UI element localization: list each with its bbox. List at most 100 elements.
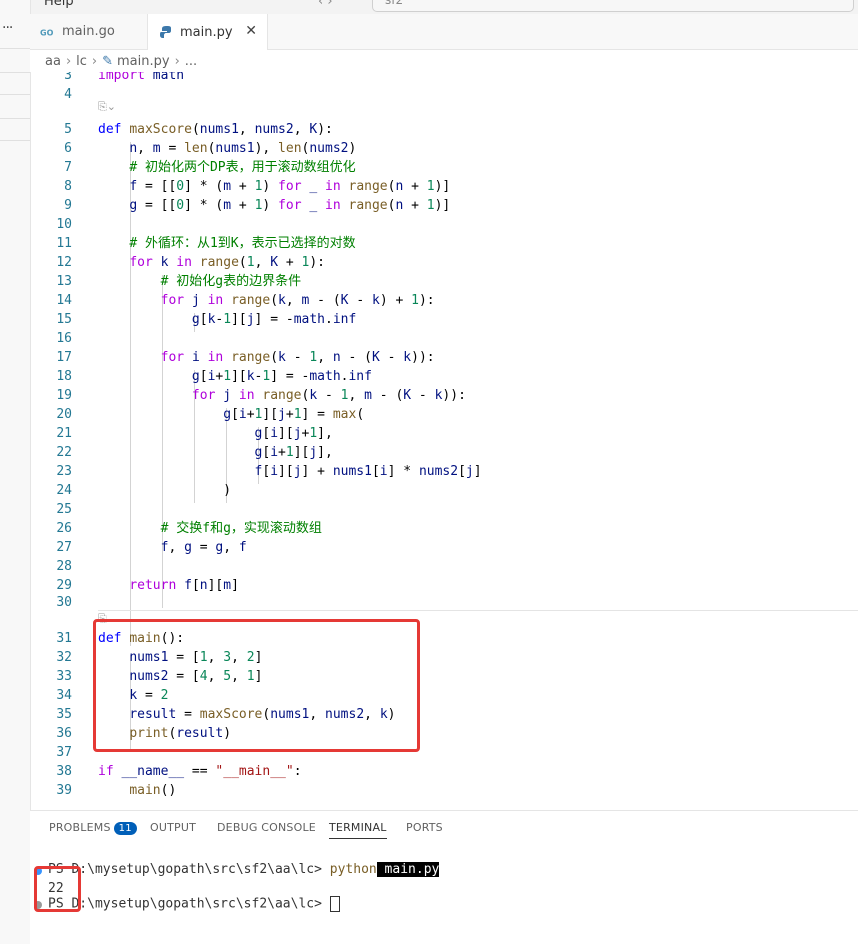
breadcrumb-item-lc[interactable]: lc (76, 54, 87, 69)
menu-item-help[interactable]: Help (44, 0, 74, 9)
code-line[interactable]: g[i+1][k-1] = -math.inf (98, 367, 372, 386)
divider (0, 118, 30, 119)
terminal-prompt: PS D:\mysetup\gopath\src\sf2\aa\lc> (48, 896, 330, 912)
editor-tab-bar: GO main.go main.py ✕ (30, 14, 858, 50)
line-number: 10 (56, 217, 72, 232)
tab-label: main.go (62, 24, 115, 39)
tab-output[interactable]: OUTPUT (150, 821, 196, 834)
code-line[interactable]: g[i][j+1], (98, 424, 333, 443)
line-number: 32 (56, 650, 72, 665)
tab-debug-console[interactable]: DEBUG CONSOLE (217, 821, 316, 834)
code-line[interactable]: g[i+1][j+1] = max( (98, 405, 364, 424)
terminal-cursor (329, 896, 340, 912)
code-line[interactable]: import math (98, 72, 184, 85)
tab-main-py[interactable]: main.py ✕ (148, 14, 268, 50)
line-number: 21 (56, 426, 72, 441)
search-label: sf2 (385, 0, 404, 7)
terminal-line-2[interactable]: PS D:\mysetup\gopath\src\sf2\aa\lc> (48, 896, 340, 912)
line-number: 3 (64, 72, 72, 83)
line-number: 25 (56, 502, 72, 517)
line-number: 35 (56, 707, 72, 722)
line-number: 23 (56, 464, 72, 479)
terminal-command: python (329, 862, 377, 877)
code-line[interactable]: for i in range(k - 1, n - (K - k)): (98, 348, 435, 367)
explorer-strip: ··· (0, 0, 31, 944)
chevron-right-icon: › (65, 53, 72, 69)
terminal-line-1[interactable]: PS D:\mysetup\gopath\src\sf2\aa\lc> pyth… (48, 862, 440, 877)
breadcrumb-item-symbol[interactable]: ... (185, 54, 197, 69)
line-number: 15 (56, 312, 72, 327)
terminal-prompt: PS D:\mysetup\gopath\src\sf2\aa\lc> (48, 862, 330, 877)
separator-line (98, 610, 858, 611)
tab-label: PROBLEMS (49, 821, 111, 834)
code-line[interactable]: # 初始化两个DP表，用于滚动数组优化 (98, 158, 355, 177)
code-line[interactable]: def maxScore(nums1, nums2, K): (98, 120, 333, 139)
highlight-box (34, 866, 81, 912)
line-number: 31 (56, 631, 72, 646)
divider (0, 140, 30, 141)
line-number: 12 (56, 255, 72, 270)
code-lens-icon[interactable]: ⎘⌄ (98, 100, 116, 114)
code-line[interactable]: g[k-1][j] = -math.inf (98, 310, 356, 329)
code-line[interactable]: for j in range(k - 1, m - (K - k)): (98, 386, 466, 405)
code-line[interactable]: f[i][j] + nums1[i] * nums2[j] (98, 462, 482, 481)
line-number: 24 (56, 483, 72, 498)
divider (0, 72, 30, 73)
line-number: 37 (56, 745, 72, 760)
more-actions-icon[interactable]: ··· (2, 20, 13, 36)
line-number: 34 (56, 688, 72, 703)
bottom-panel: PROBLEMS 11 OUTPUT DEBUG CONSOLE TERMINAL… (30, 810, 858, 945)
line-number: 8 (64, 179, 72, 194)
terminal-arg: main.py (376, 862, 440, 877)
line-number: 18 (56, 369, 72, 384)
code-line[interactable]: main() (98, 781, 176, 800)
code-line[interactable]: g[i+1][j], (98, 443, 333, 462)
line-number: 33 (56, 669, 72, 684)
line-number: 14 (56, 293, 72, 308)
python-file-icon: ✎ (102, 53, 114, 69)
tab-ports[interactable]: PORTS (406, 821, 443, 834)
code-line[interactable]: g = [[0] * (m + 1) for _ in range(n + 1)… (98, 196, 450, 215)
title-bar: ninal Help ‹ › sf2 (0, 0, 858, 14)
code-line[interactable]: # 初始化g表的边界条件 (98, 272, 301, 291)
divider (0, 48, 30, 49)
problems-count-badge: 11 (113, 822, 137, 835)
tab-main-go[interactable]: GO main.go (30, 14, 148, 49)
code-line[interactable]: ) (98, 481, 231, 500)
code-editor[interactable]: ⎘⌄ ⎘ 3 import math 4 5 def maxScore(nums1, n… (30, 72, 858, 808)
line-number: 19 (56, 388, 72, 403)
highlight-box (93, 619, 420, 752)
code-line[interactable]: f, g = g, f (98, 538, 247, 557)
line-number: 30 (56, 595, 72, 610)
close-icon[interactable]: ✕ (245, 23, 257, 39)
line-number: 36 (56, 726, 72, 741)
nav-arrows[interactable]: ‹ › (318, 0, 333, 9)
line-number: 13 (56, 274, 72, 289)
line-number: 27 (56, 540, 72, 555)
line-number: 9 (64, 198, 72, 213)
tab-problems[interactable]: PROBLEMS 11 (49, 821, 137, 835)
line-number: 6 (64, 141, 72, 156)
code-line[interactable]: f = [[0] * (m + 1) for _ in range(n + 1)… (98, 177, 450, 196)
python-file-icon (158, 25, 174, 39)
code-line[interactable]: for k in range(1, K + 1): (98, 253, 325, 272)
line-number: 16 (56, 331, 72, 346)
command-center-search[interactable]: sf2 (372, 0, 854, 12)
breadcrumb-item-file[interactable]: main.py (117, 54, 170, 69)
line-number: 39 (56, 783, 72, 798)
tab-terminal[interactable]: TERMINAL (329, 821, 387, 839)
code-line[interactable]: n, m = len(nums1), len(nums2) (98, 139, 356, 158)
chevron-right-icon: › (174, 53, 180, 69)
line-number: 22 (56, 445, 72, 460)
breadcrumb-item-aa[interactable]: aa (45, 54, 61, 69)
code-line[interactable]: # 交换f和g，实现滚动数组 (98, 519, 322, 538)
line-number: 17 (56, 350, 72, 365)
code-line[interactable]: return f[n][m] (98, 576, 239, 595)
line-number: 20 (56, 407, 72, 422)
line-number: 11 (56, 236, 72, 251)
code-line[interactable]: for j in range(k, m - (K - k) + 1): (98, 291, 435, 310)
code-line[interactable]: if __name__ == "__main__": (98, 762, 302, 781)
line-number: 7 (64, 160, 72, 175)
breadcrumb: aa › lc › ✎ main.py › ... (30, 50, 858, 72)
code-line[interactable]: # 外循环：从1到K，表示已选择的对数 (98, 234, 355, 253)
